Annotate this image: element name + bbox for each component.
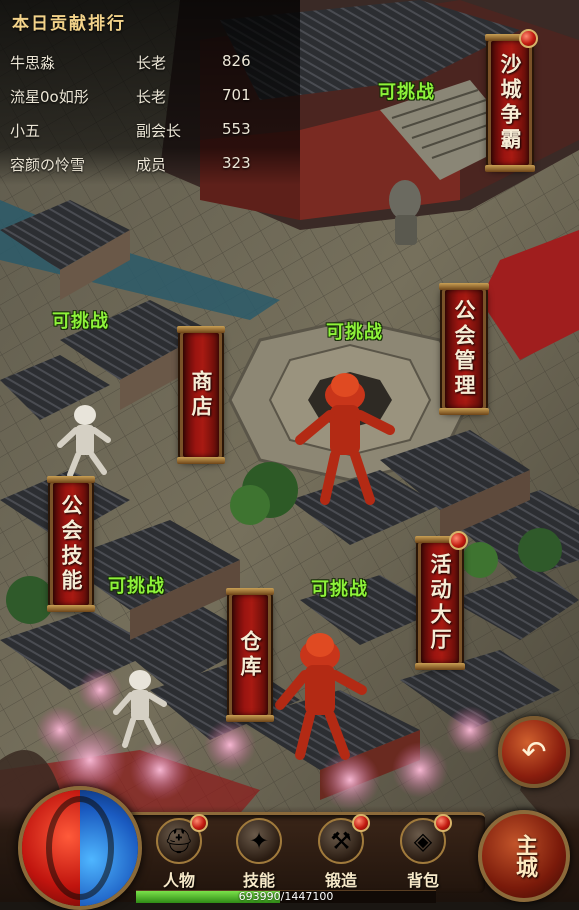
character-label: 人物 [162, 871, 195, 890]
warehouse-label: 仓库 [238, 630, 262, 680]
activity-hall-plaque[interactable]: 活动大厅 [415, 531, 468, 670]
yin-yang-orb-icon [18, 786, 142, 910]
guild-skill-plaque[interactable]: 公会技能 [47, 476, 95, 612]
skill-book-icon: ✦ [236, 818, 282, 864]
notification-dot-icon [434, 814, 452, 832]
ranking-player-role: 长老 [136, 88, 167, 106]
main-city-label: 主城 [512, 834, 537, 878]
ranking-player-name: 牛思淼 [10, 54, 56, 72]
ranking-player-score: 553 [222, 120, 251, 138]
challenge-label-lower-skeleton[interactable]: 可挑战 [108, 572, 165, 598]
guild-skill-label: 公会技能 [59, 494, 83, 594]
ranking-player-score: 323 [222, 154, 251, 172]
orb-swirl [46, 796, 114, 900]
guild-management-plaque[interactable]: 公会管理 [439, 283, 489, 415]
forge-label: 锻造 [324, 871, 357, 890]
sand-city-war-label: 沙城争霸 [498, 53, 522, 153]
shop-plaque[interactable]: 商店 [177, 326, 225, 464]
activity-hall-label: 活动大厅 [428, 553, 452, 653]
notification-dot-icon [352, 814, 370, 832]
skills-button[interactable]: ✦ 技能 [228, 818, 290, 894]
bag-button[interactable]: ◈ 背包 [392, 814, 454, 894]
back-arrow-icon: ↶ [521, 734, 547, 770]
ranking-player-role: 成员 [136, 156, 167, 174]
ranking-player-role: 长老 [136, 54, 167, 72]
experience-bar: 693990/1447100 [136, 890, 436, 903]
challenge-label-lower-statue[interactable]: 可挑战 [311, 575, 368, 601]
back-button[interactable]: ↶ [498, 716, 570, 788]
guild-management-label: 公会管理 [452, 299, 476, 399]
notification-dot-icon [519, 29, 538, 48]
ranking-player-score: 701 [222, 86, 251, 104]
ranking-player-name: 小五 [10, 122, 41, 140]
notification-dot-icon [449, 531, 468, 550]
character-button[interactable]: ⛑ 人物 [148, 814, 210, 894]
challenge-label-left-skeleton[interactable]: 可挑战 [52, 307, 109, 333]
shop-label: 商店 [189, 370, 213, 420]
bag-label: 背包 [406, 871, 439, 890]
notification-dot-icon [190, 814, 208, 832]
warehouse-plaque[interactable]: 仓库 [226, 588, 274, 722]
ranking-player-score: 826 [222, 52, 251, 70]
forge-button[interactable]: ⚒ 锻造 [310, 814, 372, 894]
ranking-player-name: 容颜の怜雪 [10, 156, 86, 174]
daily-contribution-ranking-panel: 本日贡献排行 牛思淼 长老 826 流星0o如彤 长老 701 小五 副会长 5… [0, 0, 300, 185]
sand-city-war-plaque[interactable]: 沙城争霸 [485, 29, 538, 172]
challenge-label-sand-city[interactable]: 可挑战 [378, 78, 435, 104]
main-city-button[interactable]: 主城 [478, 810, 570, 902]
experience-text: 693990/1447100 [238, 890, 334, 903]
ranking-player-name: 流星0o如彤 [10, 88, 89, 106]
challenge-label-center-statue[interactable]: 可挑战 [326, 318, 383, 344]
skills-label: 技能 [242, 871, 275, 890]
ranking-player-role: 副会长 [136, 122, 182, 140]
ranking-title: 本日贡献排行 [12, 14, 126, 34]
